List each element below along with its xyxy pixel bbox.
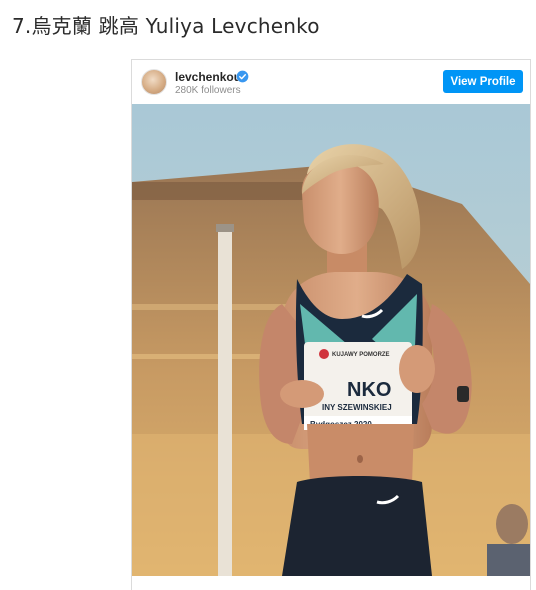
bib-text-sponsor: KUJAWY POMORZE <box>332 352 390 358</box>
view-profile-button[interactable]: View Profile <box>443 70 523 93</box>
post-photo[interactable]: KUJAWY POMORZE NKO INY SZEWINSKIEJ Bydgo… <box>132 104 530 576</box>
embed-footer <box>132 576 530 590</box>
embed-header: levchenkou 280K followers View Profile <box>132 60 530 104</box>
bib-text-name: NKO <box>347 379 391 401</box>
avatar[interactable] <box>141 69 167 95</box>
athlete-photo-illustration: KUJAWY POMORZE NKO INY SZEWINSKIEJ Bydgo… <box>132 104 530 576</box>
followers-count: 280K followers <box>175 85 241 96</box>
username-link[interactable]: levchenkou <box>175 70 241 84</box>
page-heading: 7.烏克蘭 跳高 Yuliya Levchenko <box>12 14 320 38</box>
bib-text-event: INY SZEWINSKIEJ <box>322 403 392 412</box>
instagram-embed-card: levchenkou 280K followers View Profile K… <box>131 59 531 590</box>
verified-badge-icon <box>236 70 249 83</box>
